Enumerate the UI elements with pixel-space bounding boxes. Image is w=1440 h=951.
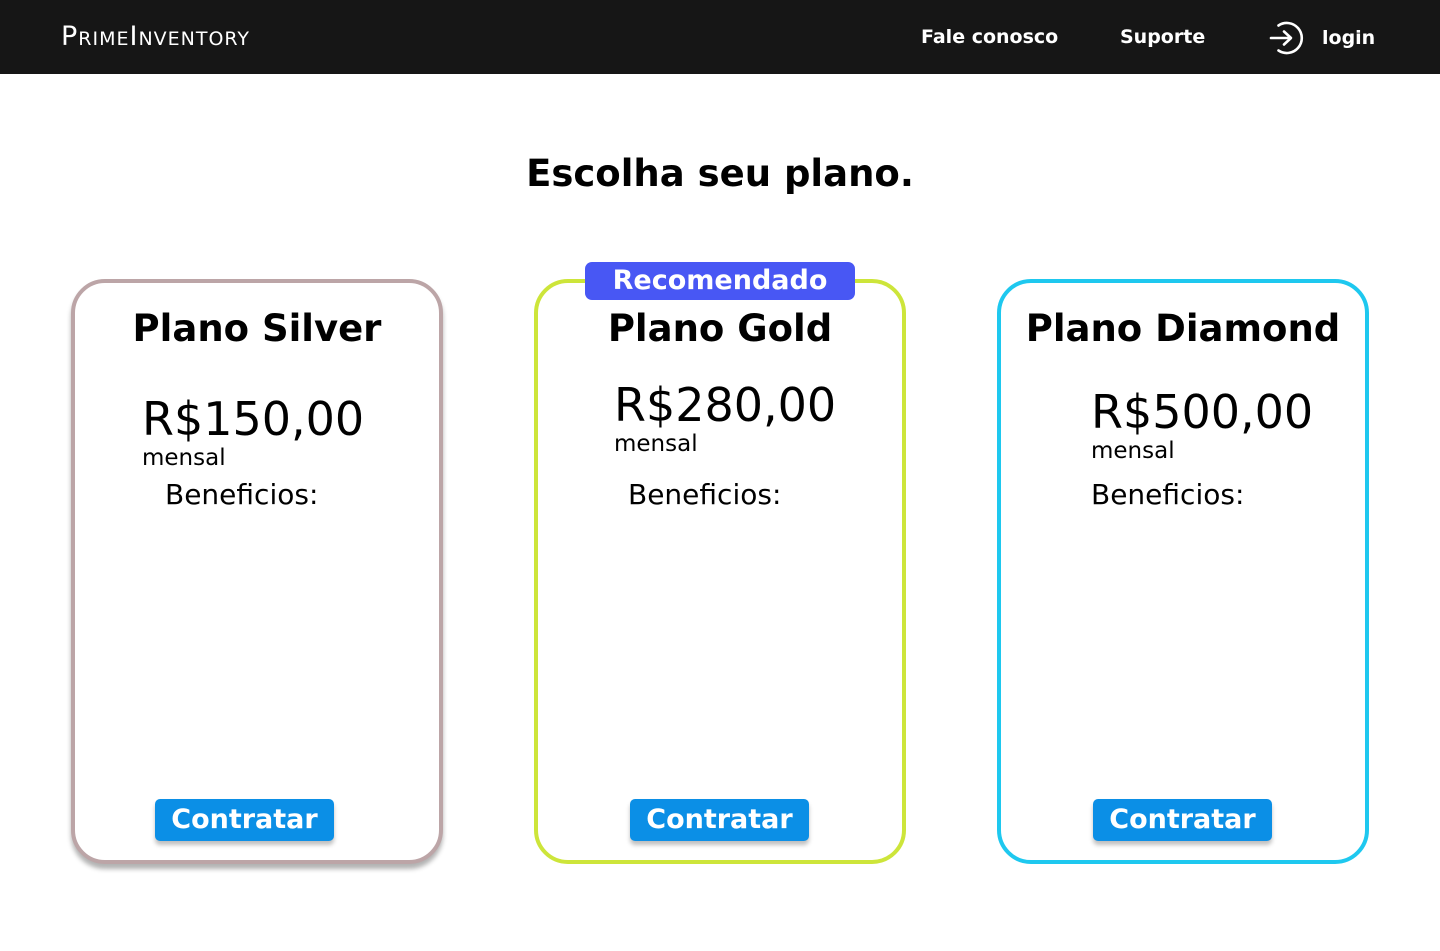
sign-in-icon [1269, 21, 1304, 55]
plan-price: R$150,00 [142, 392, 365, 446]
brand-logo[interactable]: PrimeInventory [61, 20, 250, 54]
plan-benefits-label: Beneficios: [1091, 478, 1245, 511]
plan-card-silver: Plano Silver R$150,00 mensal Beneficios:… [71, 279, 443, 864]
login-label: login [1322, 27, 1376, 49]
plan-benefits-label: Beneficios: [628, 478, 782, 511]
top-navbar: PrimeInventory Fale conosco Suporte logi… [0, 0, 1440, 74]
nav-contact-link[interactable]: Fale conosco [921, 24, 1058, 50]
contratar-diamond-button[interactable]: Contratar [1093, 799, 1272, 841]
plan-period: mensal [142, 445, 226, 471]
plan-price: R$280,00 [614, 378, 837, 432]
plan-name: Plano Silver [132, 307, 382, 350]
login-button[interactable]: login [1268, 19, 1375, 57]
contratar-silver-button[interactable]: Contratar [155, 799, 334, 841]
plan-card-gold: Plano Gold R$280,00 mensal Beneficios: C… [534, 279, 906, 864]
plan-price: R$500,00 [1091, 385, 1314, 439]
page-title: Escolha seu plano. [526, 152, 914, 195]
plan-name: Plano Gold [607, 307, 833, 350]
recommended-badge: Recomendado [585, 262, 855, 300]
plan-period: mensal [1091, 438, 1175, 464]
contratar-gold-button[interactable]: Contratar [630, 799, 809, 841]
nav-support-link[interactable]: Suporte [1120, 24, 1205, 50]
plan-period: mensal [614, 431, 698, 457]
plan-benefits-label: Beneficios: [165, 478, 319, 511]
plan-name: Plano Diamond [1025, 307, 1341, 350]
plan-card-diamond: Plano Diamond R$500,00 mensal Beneficios… [997, 279, 1369, 864]
